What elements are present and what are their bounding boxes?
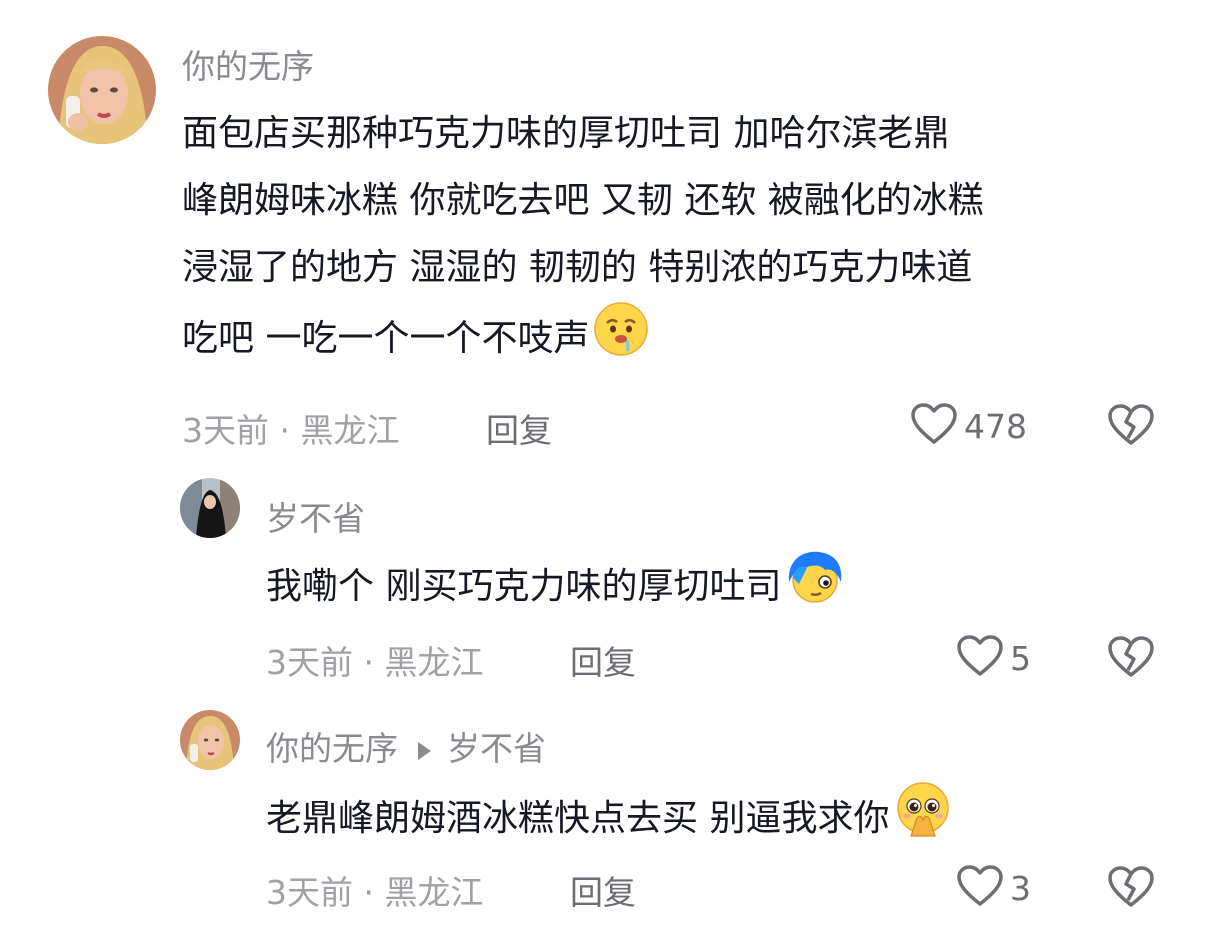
like-button[interactable]: 3 [956,864,1031,912]
comment-line: 吃吧 一吃一个一个不吱声 [182,318,590,359]
username[interactable]: 你的无序 [182,40,314,88]
blue-hair-face-icon [785,548,845,628]
comment-line: 面包店买那种巧克力味的厚切吐司 加哈尔滨老鼎 [182,113,950,154]
like-button[interactable]: 5 [956,634,1031,682]
reply-content: 我嘞个 刚买巧克力味的厚切吐司 [266,566,782,607]
reply-text: 老鼎峰朗姆酒冰糕快点去买 别逼我求你 [266,780,951,860]
avatar[interactable] [180,478,240,538]
comment-line: 峰朗姆味冰糕 你就吃去吧 又韧 还软 被融化的冰糕 [182,180,984,221]
reply-button[interactable]: 回复 [570,866,636,914]
broken-heart-icon [1108,866,1154,907]
comment-meta: 3天前 · 黑龙江 [182,411,400,450]
heart-icon [956,864,1004,912]
heart-icon [910,402,958,450]
like-button[interactable]: 478 [910,402,1027,450]
like-count: 5 [1010,638,1031,678]
reply-button[interactable]: 回复 [486,404,552,452]
broken-heart-icon [1108,404,1154,445]
dislike-button[interactable] [1106,864,1156,910]
drooling-face-icon [593,301,649,379]
comment-line-last: 吃吧 一吃一个一个不吱声 [182,301,984,379]
comment-text: 面包店买那种巧克力味的厚切吐司 加哈尔滨老鼎 峰朗姆味冰糕 你就吃去吧 又韧 还… [182,100,984,379]
dislike-button[interactable] [1106,634,1156,680]
avatar[interactable] [48,36,156,144]
reply-line: 我嘞个 刚买巧克力味的厚切吐司 [266,548,845,628]
reply-meta: 3天前 · 黑龙江 [266,643,484,682]
like-count: 3 [1010,868,1031,908]
username[interactable]: 岁不省 [266,492,365,540]
reply-line: 老鼎峰朗姆酒冰糕快点去买 别逼我求你 [266,780,951,860]
pleading-hands-face-icon [893,780,951,860]
comment-line: 浸湿了的地方 湿湿的 韧韧的 特别浓的巧克力味道 [182,247,973,288]
reply-header: 你的无序 岁不省 [266,722,546,770]
dislike-button[interactable] [1106,402,1156,448]
like-count: 478 [964,406,1027,446]
reply-to-username[interactable]: 岁不省 [447,729,546,768]
reply-content: 老鼎峰朗姆酒冰糕快点去买 别逼我求你 [266,798,890,839]
reply-meta: 3天前 · 黑龙江 [266,873,484,912]
avatar[interactable] [180,710,240,770]
heart-icon [956,634,1004,682]
reply-button[interactable]: 回复 [570,636,636,684]
username[interactable]: 你的无序 [266,729,398,768]
reply-text: 我嘞个 刚买巧克力味的厚切吐司 [266,548,845,628]
broken-heart-icon [1108,636,1154,677]
reply-arrow-icon [418,741,431,760]
